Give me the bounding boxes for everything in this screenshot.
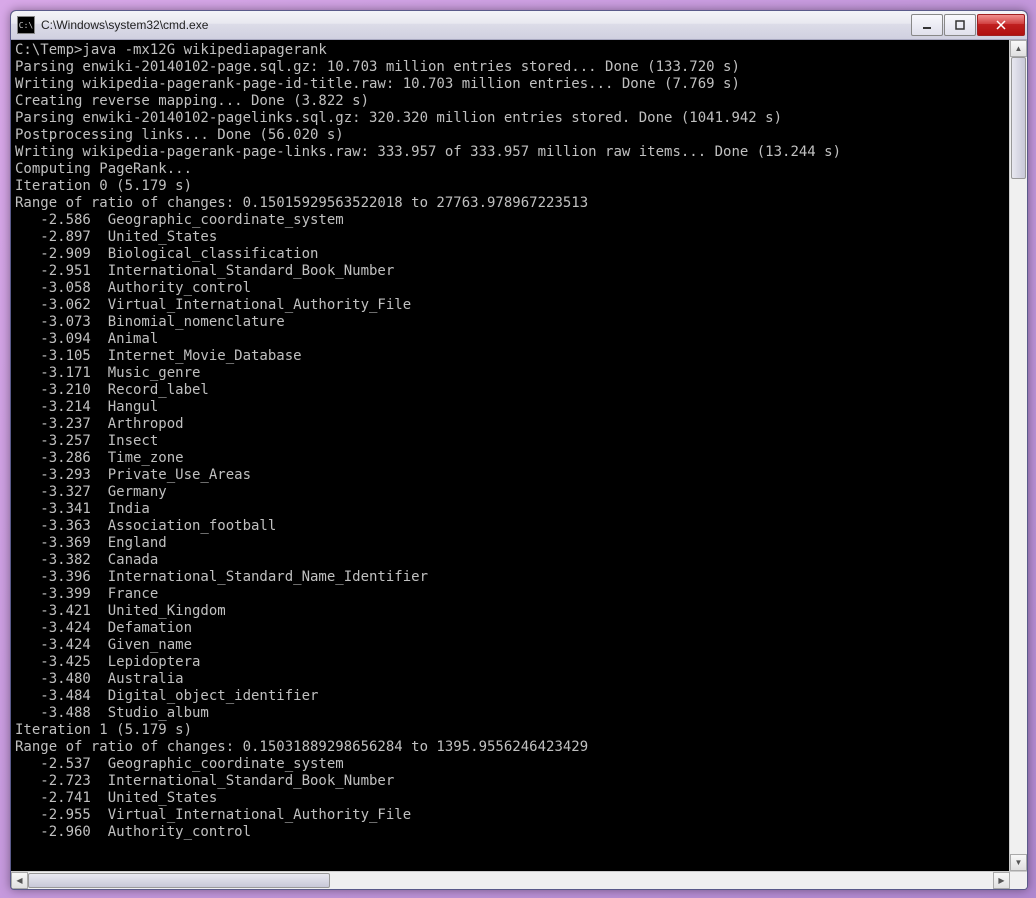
maximize-button[interactable]: [944, 14, 976, 36]
scroll-left-button[interactable]: ◀: [11, 872, 28, 889]
horizontal-scroll-thumb[interactable]: [28, 873, 330, 888]
scroll-down-button[interactable]: ▼: [1010, 854, 1027, 871]
scrollbar-corner: [1010, 872, 1027, 889]
cmd-icon: C:\: [17, 16, 35, 34]
minimize-button[interactable]: [911, 14, 943, 36]
horizontal-scrollbar[interactable]: ◀ ▶: [11, 871, 1027, 889]
close-button[interactable]: [977, 14, 1025, 36]
horizontal-scroll-track[interactable]: [28, 872, 993, 889]
scroll-up-button[interactable]: ▲: [1010, 40, 1027, 57]
window-title: C:\Windows\system32\cmd.exe: [41, 18, 910, 32]
vertical-scroll-thumb[interactable]: [1011, 57, 1026, 179]
scroll-right-button[interactable]: ▶: [993, 872, 1010, 889]
cmd-window: C:\ C:\Windows\system32\cmd.exe C:\Temp>…: [10, 10, 1028, 890]
vertical-scrollbar[interactable]: ▲ ▼: [1009, 40, 1027, 871]
console-output[interactable]: C:\Temp>java -mx12G wikipediapagerank Pa…: [11, 40, 1009, 871]
titlebar[interactable]: C:\ C:\Windows\system32\cmd.exe: [11, 11, 1027, 40]
